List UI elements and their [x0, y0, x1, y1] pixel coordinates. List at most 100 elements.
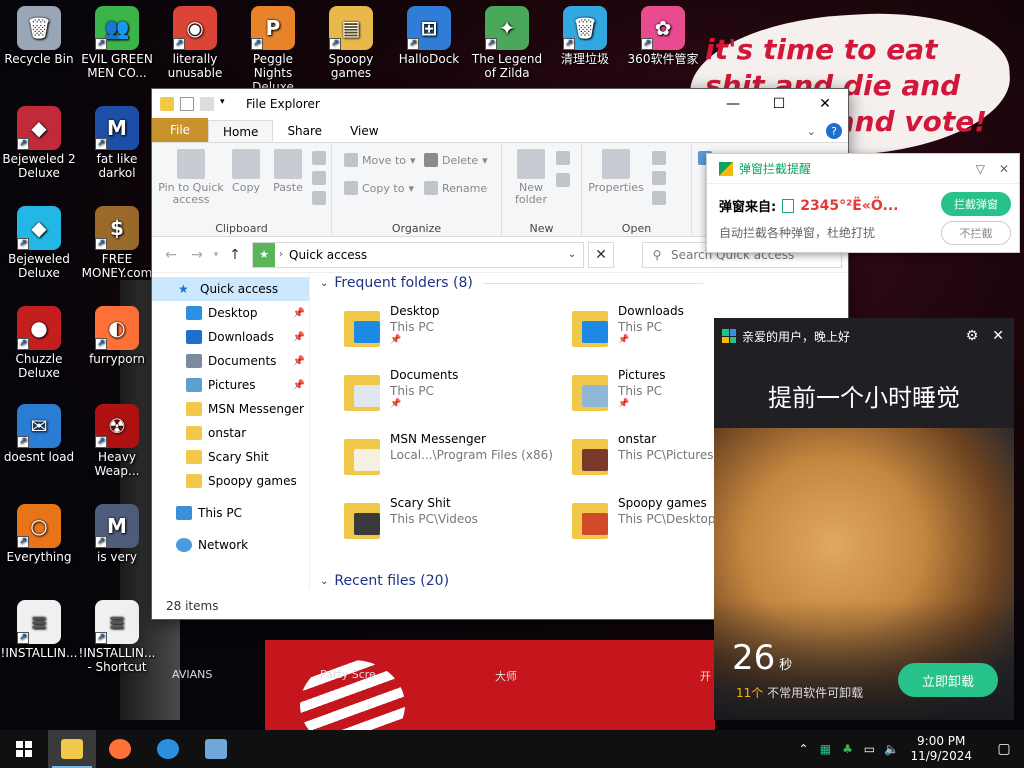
- open-button[interactable]: [652, 151, 666, 165]
- nav-item[interactable]: Desktop 📌: [152, 301, 309, 325]
- unused-apps-text: 11个 不常用软件可卸载: [736, 686, 864, 700]
- desktop-icon[interactable]: ⊞ ↗ HalloDock: [390, 6, 468, 66]
- desktop-icon[interactable]: ▤ ↗ Spoopy games: [312, 6, 390, 80]
- chevron-up-icon[interactable]: ⌃: [792, 742, 814, 756]
- security-tray-icon[interactable]: ♣: [836, 742, 858, 756]
- chevron-down-icon[interactable]: ▽: [976, 162, 985, 176]
- copy-button[interactable]: Copy: [228, 149, 264, 194]
- tab-home[interactable]: Home: [208, 120, 274, 142]
- title-bar[interactable]: ▾ File Explorer — ☐ ✕: [152, 89, 848, 119]
- move-to-button[interactable]: Move to ▾: [344, 153, 416, 167]
- folder-tile[interactable]: Documents This PC 📌: [340, 367, 566, 427]
- minimize-button[interactable]: —: [710, 89, 756, 119]
- gear-icon[interactable]: ⚙: [966, 328, 979, 344]
- easy-access-button[interactable]: [556, 173, 570, 187]
- nav-network[interactable]: Network: [152, 533, 309, 557]
- history-button[interactable]: [652, 191, 666, 205]
- properties-icon[interactable]: [180, 97, 194, 111]
- paste-button[interactable]: Paste: [270, 149, 306, 194]
- desktop-icon[interactable]: ◉ ↗ literally unusable: [156, 6, 234, 80]
- thunderbird-icon: ✉ ↗: [17, 404, 61, 448]
- folder-tile[interactable]: MSN Messenger Local...\Program Files (x86…: [340, 431, 566, 491]
- nav-quick-access[interactable]: ★ Quick access: [152, 277, 309, 301]
- new-folder-icon[interactable]: [200, 97, 214, 111]
- desktop-icon[interactable]: ≡ ↗ !INSTALLIN...: [0, 600, 78, 660]
- popup-blocker-notice[interactable]: 弹窗拦截提醒 ▽ ✕ 弹窗来自: 2345°²Ë«Ö... 自动拦截各种弹窗，杜…: [706, 153, 1020, 253]
- nav-item[interactable]: Pictures 📌: [152, 373, 309, 397]
- chevron-down-icon[interactable]: ⌄: [807, 125, 816, 138]
- chevron-down-icon[interactable]: ▾: [220, 97, 234, 111]
- taskbar-firefox[interactable]: [96, 730, 144, 768]
- desktop-icon[interactable]: ● ↗ Chuzzle Deluxe: [0, 306, 78, 380]
- recent-locations-button[interactable]: ▾: [210, 250, 222, 260]
- start-button[interactable]: [0, 730, 48, 768]
- folder-tile[interactable]: Scary Shit This PC\Videos: [340, 495, 566, 555]
- notification-icon[interactable]: ▢: [984, 741, 1024, 757]
- uninstall-now-button[interactable]: 立即卸载: [898, 663, 998, 697]
- maximize-button[interactable]: ☐: [756, 89, 802, 119]
- help-icon[interactable]: ?: [826, 123, 842, 139]
- back-button[interactable]: ←: [158, 247, 184, 263]
- desktop-icon[interactable]: ○ ↗ Everything: [0, 504, 78, 564]
- block-popup-button[interactable]: 拦截弹窗: [941, 192, 1011, 216]
- close-icon[interactable]: ✕: [999, 162, 1009, 176]
- forward-button[interactable]: →: [184, 247, 210, 263]
- edit-button[interactable]: [652, 171, 666, 185]
- new-item-button[interactable]: [556, 151, 570, 165]
- frequent-folders-header[interactable]: ⌄ Frequent folders (8): [320, 275, 703, 291]
- desktop-icon[interactable]: ≡ ↗ !INSTALLIN... - Shortcut: [78, 600, 156, 674]
- window-title: File Explorer: [246, 97, 320, 111]
- paste-shortcut-button[interactable]: [312, 191, 326, 205]
- tab-view[interactable]: View: [336, 120, 392, 142]
- desktop-icon[interactable]: ✉ ↗ doesnt load: [0, 404, 78, 464]
- desktop-icon[interactable]: ◆ ↗ Bejeweled Deluxe: [0, 206, 78, 280]
- up-button[interactable]: ↑: [222, 247, 248, 263]
- close-button[interactable]: ✕: [802, 89, 848, 119]
- chevron-right-icon[interactable]: ›: [279, 249, 283, 260]
- tab-file[interactable]: File: [152, 118, 208, 142]
- pin-quick-access-button[interactable]: Pin to Quick access: [158, 149, 224, 206]
- delete-button[interactable]: Delete ▾: [424, 153, 488, 167]
- address-bar[interactable]: ★ › Quick access ⌄: [252, 241, 584, 268]
- chevron-down-icon[interactable]: ⌄: [561, 249, 583, 260]
- taskbar-file-explorer[interactable]: [48, 730, 96, 768]
- folder-tile[interactable]: Desktop This PC 📌: [340, 303, 566, 363]
- nav-item[interactable]: Spoopy games: [152, 469, 309, 493]
- desktop-icon[interactable]: ◐ ↗ furryporn: [78, 306, 156, 366]
- no-block-button[interactable]: 不拦截: [941, 221, 1011, 245]
- close-icon[interactable]: ✕: [992, 328, 1004, 344]
- nav-item[interactable]: Documents 📌: [152, 349, 309, 373]
- desktop-icon[interactable]: P ↗ Peggle Nights Deluxe: [234, 6, 312, 94]
- 360-tray-icon[interactable]: ▦: [814, 742, 836, 756]
- desktop-icon[interactable]: ◆ ↗ Bejeweled 2 Deluxe: [0, 106, 78, 180]
- desktop-icon[interactable]: $ ↗ FREE MONEY.com: [78, 206, 156, 280]
- desktop-icon[interactable]: 👥 ↗ EVIL GREEN MEN CO...: [78, 6, 156, 80]
- nav-item[interactable]: Downloads 📌: [152, 325, 309, 349]
- desktop-icon[interactable]: 🗑 ↗ 清理垃圾: [546, 6, 624, 66]
- taskbar-control-panel[interactable]: [192, 730, 240, 768]
- desktop-icon[interactable]: ☢ ↗ Heavy Weap...: [78, 404, 156, 478]
- copy-to-button[interactable]: Copy to ▾: [344, 181, 414, 195]
- volume-icon[interactable]: 🔈: [880, 742, 902, 756]
- new-folder-button[interactable]: New folder: [510, 149, 552, 206]
- tab-share[interactable]: Share: [273, 120, 336, 142]
- taskbar-edge[interactable]: [144, 730, 192, 768]
- rename-button[interactable]: Rename: [424, 181, 487, 195]
- nav-item[interactable]: MSN Messenger: [152, 397, 309, 421]
- ad-popup[interactable]: 亲爱的用户，晚上好 ⚙ ✕ 提前一个小时睡觉 26 秒 11个 不常用软件可卸载 …: [714, 318, 1014, 720]
- network-icon[interactable]: ▭: [858, 742, 880, 756]
- clear-address-button[interactable]: ✕: [588, 241, 614, 268]
- nav-item[interactable]: Scary Shit: [152, 445, 309, 469]
- desktop-icon[interactable]: 🗑 Recycle Bin: [0, 6, 78, 66]
- desktop-icon[interactable]: M ↗ fat like darkol: [78, 106, 156, 180]
- properties-button[interactable]: Properties: [588, 149, 644, 194]
- nav-this-pc[interactable]: This PC: [152, 501, 309, 525]
- desktop-icon[interactable]: ✿ ↗ 360软件管家: [624, 6, 702, 66]
- clock[interactable]: 9:00 PM 11/9/2024: [910, 734, 972, 764]
- desktop-icon[interactable]: M ↗ is very: [78, 504, 156, 564]
- nav-item[interactable]: onstar: [152, 421, 309, 445]
- desktop-icon[interactable]: ✦ ↗ The Legend of Zilda: [468, 6, 546, 80]
- copy-path-button[interactable]: [312, 171, 326, 185]
- recent-files-header[interactable]: ⌄ Recent files (20): [320, 573, 449, 589]
- cut-button[interactable]: [312, 151, 326, 165]
